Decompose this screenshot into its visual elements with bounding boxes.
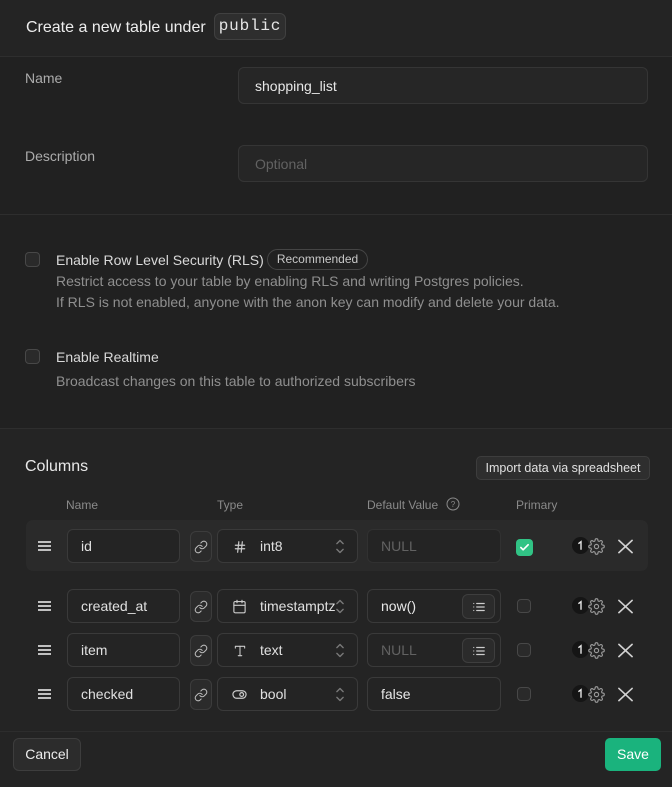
svg-text:?: ? [451, 500, 456, 509]
